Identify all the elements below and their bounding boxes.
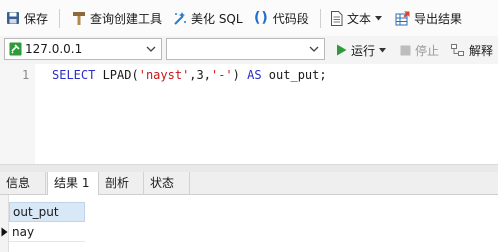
tab-status[interactable]: 状态	[144, 172, 190, 195]
tab-label: 信息	[6, 176, 31, 190]
code-snippet-label: 代码段	[272, 11, 309, 26]
row-indicator-column	[0, 195, 9, 252]
tab-label: 状态	[150, 176, 175, 190]
stop-button[interactable]: 停止	[400, 36, 439, 64]
chevron-down-icon	[146, 46, 156, 52]
toolbar-divider	[59, 9, 60, 28]
connection-toolbar: 127.0.0.1 运行 停止 解释	[0, 36, 498, 64]
document-icon	[331, 10, 343, 26]
stop-label: 停止	[415, 43, 440, 58]
text-dropdown-button[interactable]: 文本	[330, 0, 383, 36]
export-results-label: 导出结果	[414, 11, 463, 26]
result-grid: out_put nay	[0, 195, 498, 252]
table-cell[interactable]: nay	[9, 222, 85, 242]
sql-keyword: SELECT	[52, 68, 96, 82]
tab-label: 结果 1	[54, 176, 90, 190]
explain-icon	[451, 43, 464, 56]
tab-profile[interactable]: 剖析	[99, 172, 144, 195]
export-results-button[interactable]: 导出结果	[395, 0, 462, 36]
sql-args: ,3,	[189, 68, 211, 82]
text-label: 文本	[347, 11, 372, 26]
connection-plug-icon	[9, 42, 22, 56]
database-select[interactable]	[166, 38, 325, 60]
beautify-sql-label: 美化 SQL	[191, 11, 243, 26]
caret-down-icon	[379, 47, 387, 52]
run-label: 运行	[351, 43, 376, 58]
connection-value: 127.0.0.1	[25, 42, 83, 56]
save-label: 保存	[24, 11, 49, 26]
sql-keyword: AS	[247, 68, 262, 82]
sql-string: '-'	[210, 68, 233, 82]
line-number: 1	[22, 68, 30, 82]
main-toolbar: 保存 查询创建工具 美化 SQL () 代码段 文本 导出结果	[0, 0, 498, 36]
query-builder-label: 查询创建工具	[90, 11, 163, 26]
tab-label: 剖析	[105, 176, 130, 190]
explain-label: 解释	[469, 43, 494, 58]
tab-info[interactable]: 信息	[0, 172, 46, 195]
sql-alias: out_put;	[261, 68, 327, 82]
run-button[interactable]: 运行	[336, 36, 387, 64]
save-icon	[7, 12, 19, 24]
connection-select[interactable]: 127.0.0.1	[4, 38, 162, 60]
hammer-icon	[73, 11, 85, 25]
sql-punct: )	[232, 68, 248, 82]
tab-result-1[interactable]: 结果 1	[47, 172, 99, 195]
sql-editor[interactable]: 1 SELECT LPAD('nayst',3,'-') AS out_put;	[0, 64, 498, 164]
line-number-gutter: 1	[0, 64, 35, 164]
parentheses-icon: ()	[254, 10, 269, 26]
sql-code-line[interactable]: SELECT LPAD('nayst',3,'-') AS out_put;	[52, 68, 327, 82]
sql-string: 'nayst'	[138, 68, 190, 82]
pane-splitter[interactable]	[0, 164, 498, 172]
save-button[interactable]: 保存	[6, 0, 48, 36]
column-header[interactable]: out_put	[9, 202, 85, 222]
beautify-sql-button[interactable]: 美化 SQL	[172, 0, 243, 36]
toolbar-divider	[320, 9, 321, 28]
chevron-down-icon	[309, 46, 319, 52]
stop-icon	[400, 45, 411, 55]
current-row-pointer-icon	[1, 227, 8, 237]
code-snippet-button[interactable]: () 代码段	[254, 0, 309, 36]
play-icon	[337, 44, 347, 56]
query-builder-button[interactable]: 查询创建工具	[72, 0, 162, 36]
caret-down-icon	[375, 15, 383, 20]
explain-button[interactable]: 解释	[451, 36, 493, 64]
magic-wand-icon	[174, 11, 186, 25]
result-tabbar: 信息 结果 1 剖析 状态	[0, 172, 498, 195]
sql-function: LPAD(	[95, 68, 139, 82]
export-grid-icon	[395, 11, 410, 25]
